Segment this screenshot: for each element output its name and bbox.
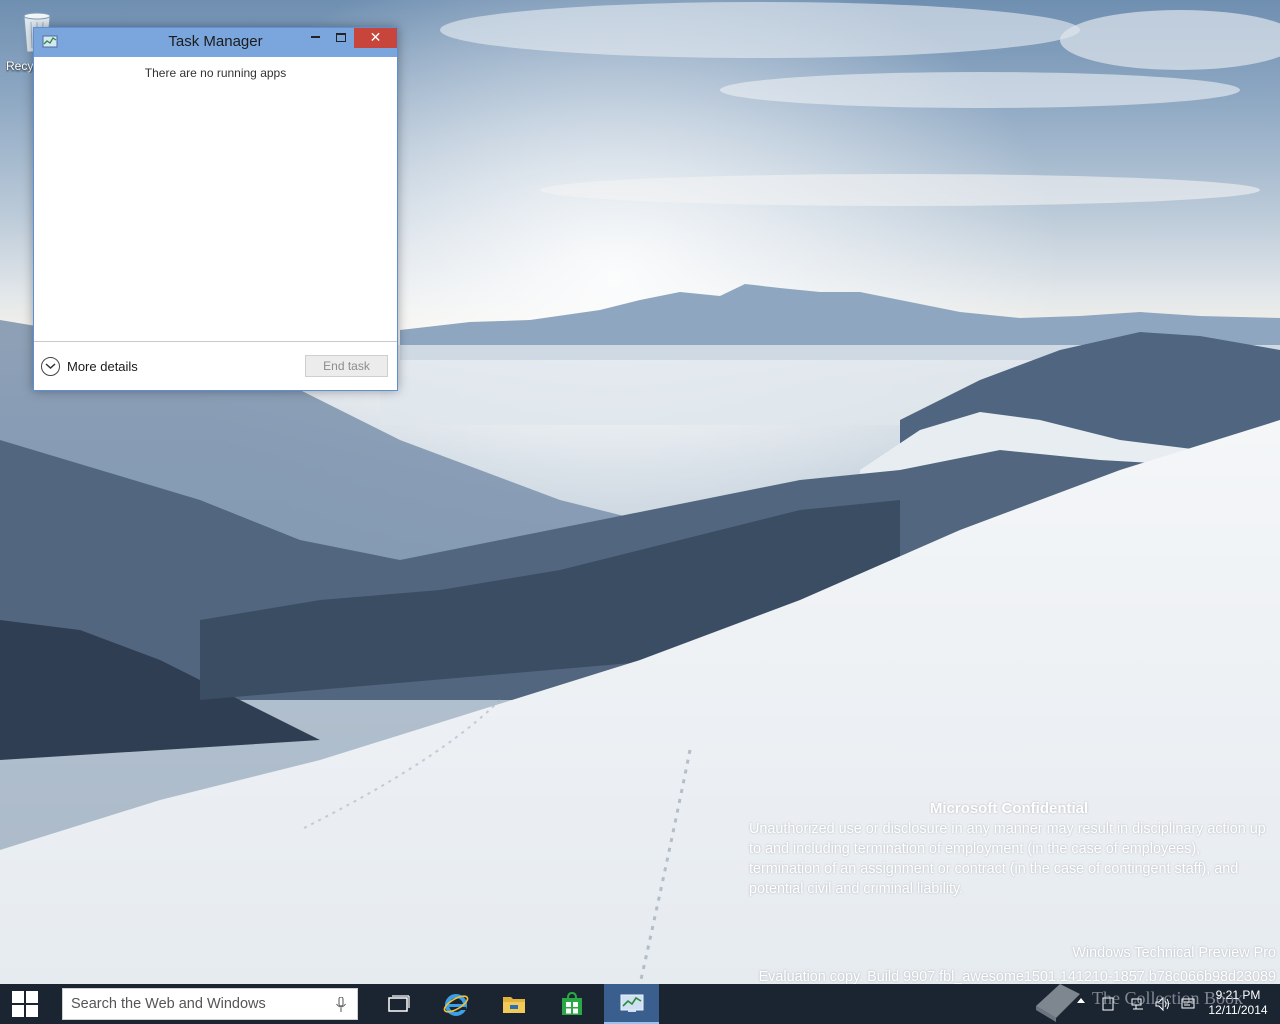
more-details-label: More details (67, 358, 138, 374)
volume-icon[interactable] (1154, 996, 1170, 1012)
close-icon: ✕ (369, 30, 382, 46)
store-button[interactable] (547, 984, 597, 1024)
confidential-body: Unauthorized use or disclosure in any ma… (749, 821, 1266, 897)
start-button[interactable] (0, 984, 50, 1024)
close-button[interactable]: ✕ (354, 28, 397, 48)
windows-logo-icon (12, 991, 38, 1017)
confidential-notice: Microsoft Confidential Unauthorized use … (749, 800, 1269, 899)
window-footer: More details End task (34, 341, 397, 390)
task-manager-taskbar-button[interactable] (604, 984, 659, 1024)
notifications-icon[interactable] (1180, 996, 1196, 1012)
confidential-title: Microsoft Confidential (929, 800, 1089, 817)
maximize-icon (336, 32, 346, 42)
task-manager-window: Task Manager ✕ There are no running apps… (33, 27, 398, 391)
task-manager-icon (620, 994, 643, 1012)
task-view-button[interactable] (374, 984, 424, 1024)
internet-explorer-icon (443, 994, 469, 1016)
show-hidden-icons-button[interactable] (1077, 998, 1085, 1003)
edition-label: Windows Technical Preview Pro (1072, 945, 1276, 961)
clock-time: 9:21 PM (1215, 988, 1261, 1002)
action-center-icon[interactable] (1100, 996, 1116, 1012)
internet-explorer-button[interactable] (431, 984, 481, 1024)
empty-message: There are no running apps (144, 66, 287, 80)
build-info: Windows Technical Preview Pro Evaluation… (716, 941, 1276, 989)
minimize-button[interactable] (302, 28, 328, 48)
title-bar[interactable]: Task Manager ✕ (34, 28, 397, 57)
clock[interactable]: 9:21 PM 12/11/2014 (1200, 988, 1276, 1018)
maximize-button[interactable] (328, 28, 354, 48)
desktop-icon-label: Recycle Bin (6, 59, 36, 73)
more-details-button[interactable]: More details (41, 356, 138, 376)
microphone-icon[interactable] (335, 997, 347, 1013)
app-list: There are no running apps (34, 57, 397, 341)
search-placeholder: Search the Web and Windows (71, 996, 266, 1012)
store-icon (562, 992, 582, 1015)
search-input[interactable]: Search the Web and Windows (62, 988, 358, 1020)
clock-date: 12/11/2014 (1208, 1003, 1268, 1017)
file-explorer-button[interactable] (489, 984, 539, 1024)
task-view-icon (388, 995, 410, 1012)
taskbar: Search the Web and Windows 9:21 PM 12/11… (0, 984, 1280, 1024)
folder-icon (503, 997, 525, 1013)
network-icon[interactable] (1130, 996, 1146, 1012)
end-task-button[interactable]: End task (305, 355, 388, 377)
minimize-icon (310, 36, 320, 38)
chevron-down-icon (41, 356, 60, 376)
